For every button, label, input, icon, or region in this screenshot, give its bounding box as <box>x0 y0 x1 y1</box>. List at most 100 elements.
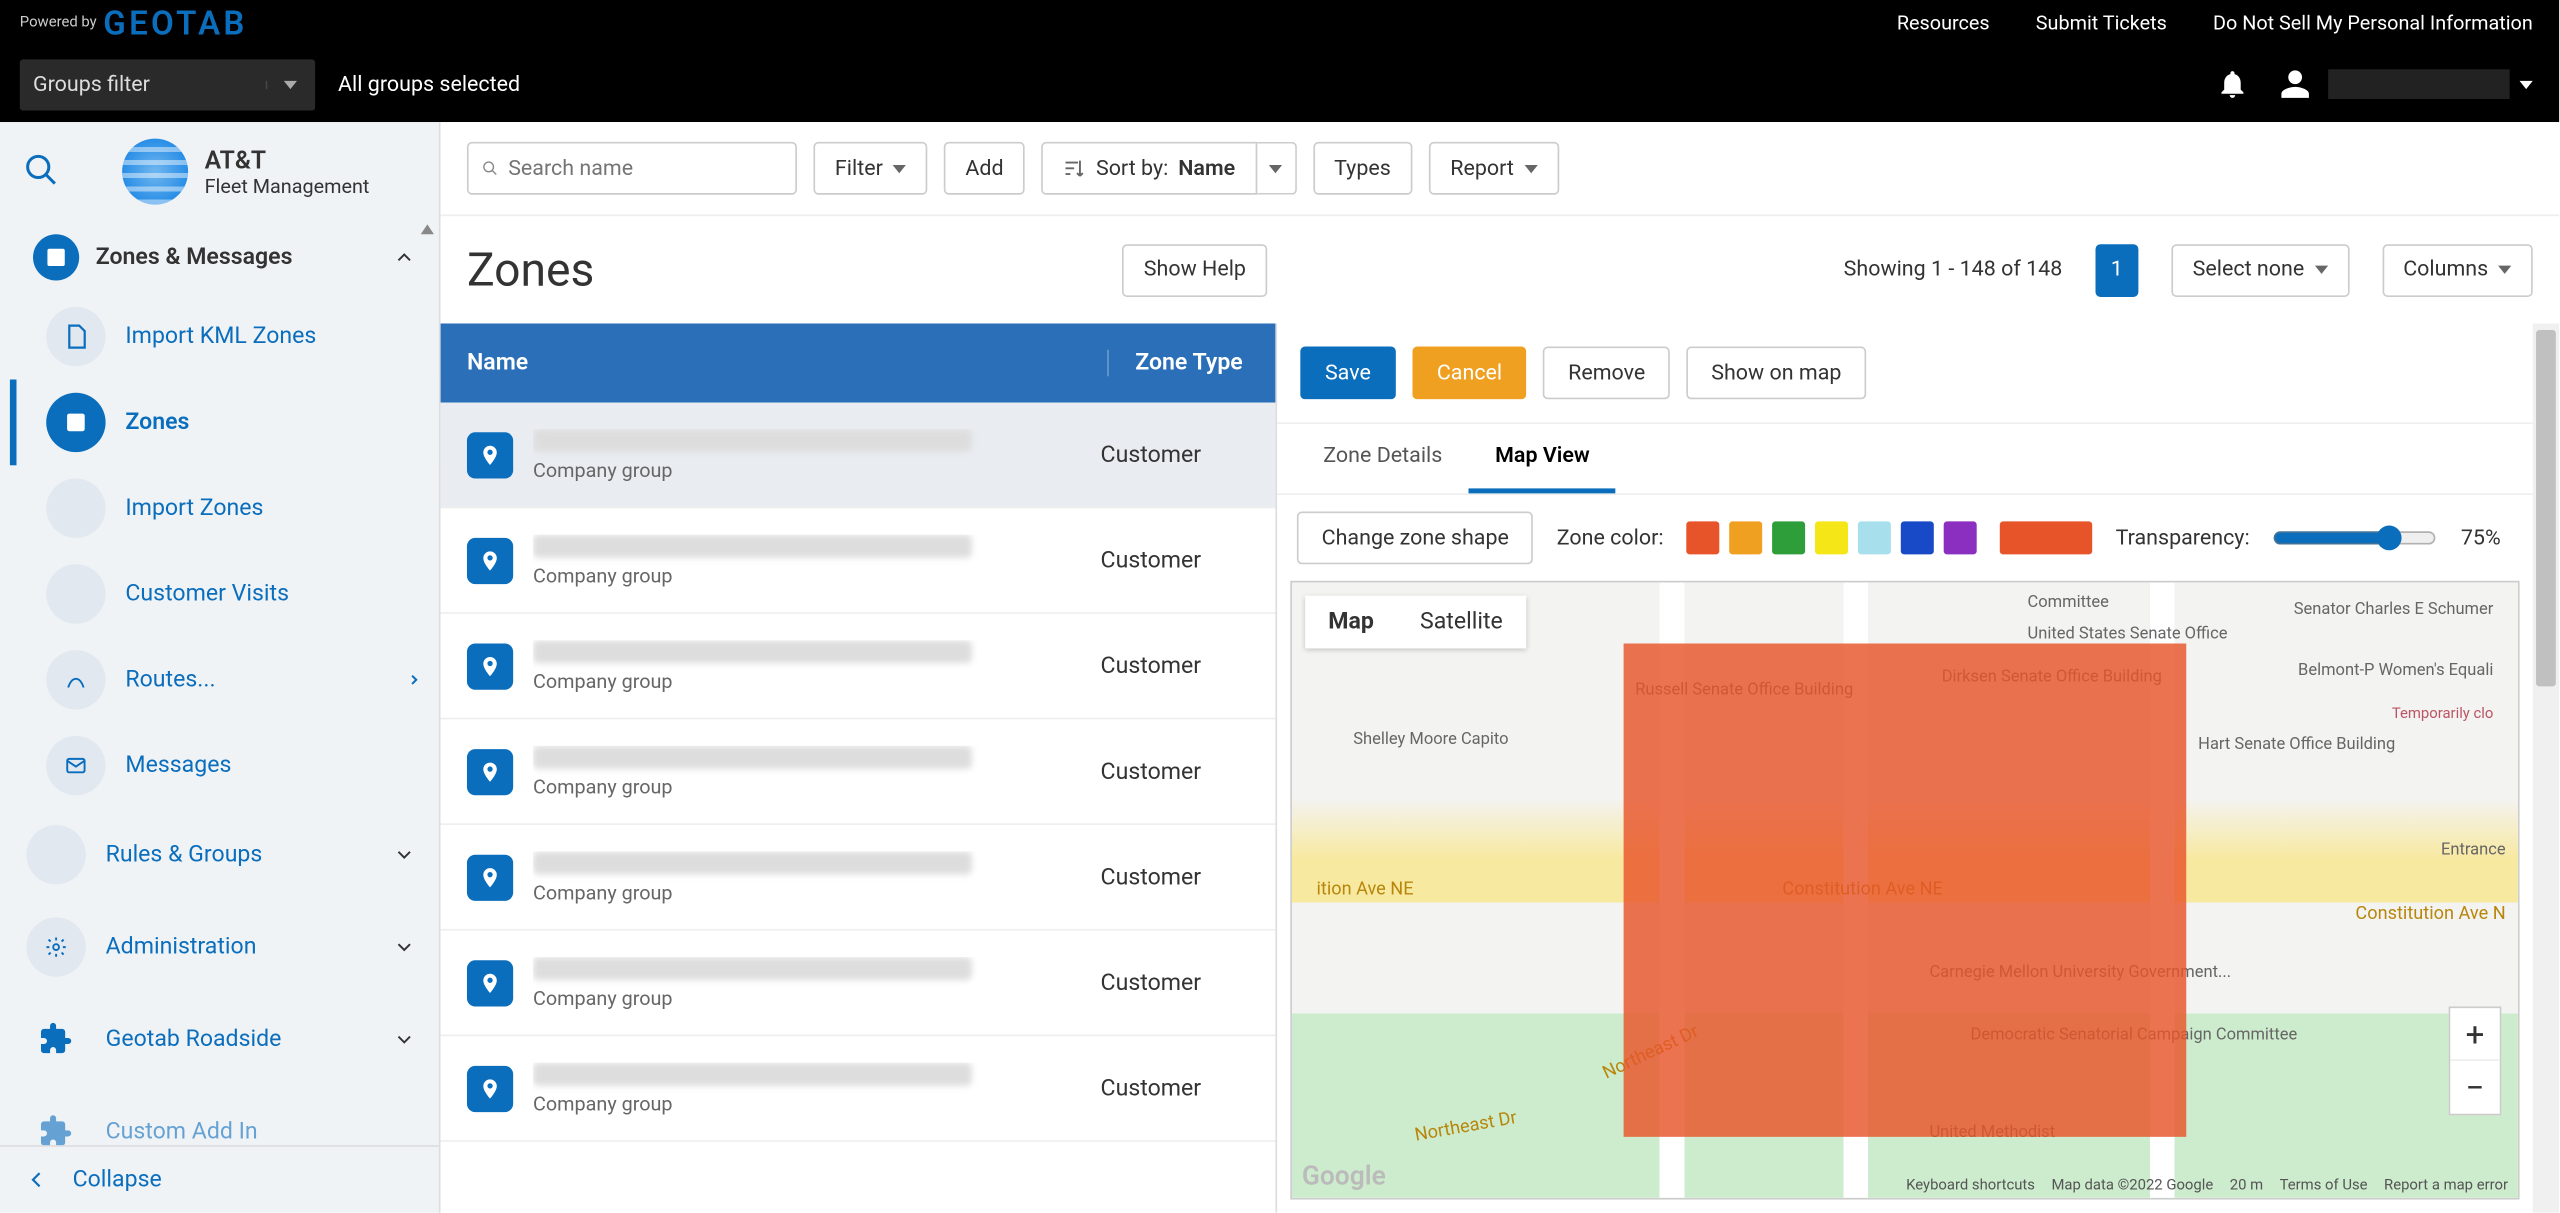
map-canvas[interactable]: ition Ave NE Constitution Ave NE Constit… <box>1290 581 2519 1200</box>
zone-detail-panel: Save Cancel Remove Show on map Zone Deta… <box>1275 323 2532 1212</box>
zoom-in-button[interactable]: + <box>2450 1008 2500 1061</box>
color-swatch[interactable] <box>1772 521 1805 554</box>
sidebar-item-import-kml[interactable]: Import KML Zones <box>10 294 439 380</box>
color-swatch[interactable] <box>1730 521 1763 554</box>
map-report-error[interactable]: Report a map error <box>2384 1178 2508 1195</box>
zone-group-label: Company group <box>533 880 1081 903</box>
tenant-brand: AT&T Fleet Management <box>89 122 386 221</box>
report-button[interactable]: Report <box>1429 142 1559 195</box>
table-row[interactable]: Company groupCustomer <box>441 614 1276 720</box>
tab-zone-details[interactable]: Zone Details <box>1297 424 1469 493</box>
location-pin-icon <box>467 1065 513 1111</box>
table-row[interactable]: Company groupCustomer <box>441 1036 1276 1142</box>
button-label: Cancel <box>1437 361 1502 386</box>
types-button[interactable]: Types <box>1313 142 1413 195</box>
zone-name-redacted <box>533 1062 971 1085</box>
chevron-down-icon <box>393 936 416 959</box>
zoom-out-button[interactable]: − <box>2450 1061 2500 1114</box>
transparency-label: Transparency: <box>2116 526 2250 551</box>
chevron-up-icon <box>393 246 416 269</box>
color-swatch[interactable] <box>1944 521 1977 554</box>
color-swatch[interactable] <box>1687 521 1720 554</box>
tab-map-view[interactable]: Map View <box>1469 424 1616 493</box>
table-row[interactable]: Company groupCustomer <box>441 931 1276 1037</box>
map-poi-label: Entrance <box>2441 841 2506 859</box>
button-label: Show Help <box>1144 257 1246 282</box>
sidebar-item-import-zones[interactable]: Import Zones <box>10 465 439 551</box>
zone-name-redacted <box>533 639 971 662</box>
table-row[interactable]: Company groupCustomer <box>441 825 1276 931</box>
column-header-zone-type[interactable]: Zone Type <box>1107 350 1275 376</box>
brand-name: AT&T <box>205 145 370 175</box>
location-pin-icon <box>467 643 513 689</box>
map-keyboard-shortcuts[interactable]: Keyboard shortcuts <box>1906 1178 2035 1195</box>
save-button[interactable]: Save <box>1300 347 1395 400</box>
map-poi-label: Belmont-P Women's Equali <box>2298 662 2493 680</box>
show-on-map-button[interactable]: Show on map <box>1687 347 1867 400</box>
page-number-button[interactable]: 1 <box>2095 243 2138 296</box>
search-input-wrapper[interactable] <box>467 142 797 195</box>
chevron-down-icon <box>265 80 315 88</box>
button-label: Remove <box>1568 361 1645 386</box>
sort-dropdown[interactable]: Sort by: Name <box>1042 142 1297 195</box>
change-zone-shape-button[interactable]: Change zone shape <box>1297 512 1534 565</box>
sidebar-section-rules-groups[interactable]: Rules & Groups <box>10 809 439 901</box>
button-label: Select none <box>2193 257 2305 282</box>
nav-section-label: Zones & Messages <box>96 244 293 270</box>
sidebar-section-custom-addin[interactable]: Custom Add In <box>10 1086 439 1145</box>
table-row[interactable]: Company groupCustomer <box>441 719 1276 825</box>
link-resources[interactable]: Resources <box>1897 12 1990 35</box>
select-none-button[interactable]: Select none <box>2171 243 2349 296</box>
map-type-satellite[interactable]: Satellite <box>1397 596 1526 649</box>
button-label: Columns <box>2403 257 2488 282</box>
map-type-toggle[interactable]: Map Satellite <box>1305 596 1526 649</box>
brand-subtitle: Fleet Management <box>205 175 370 198</box>
table-row[interactable]: Company groupCustomer <box>441 403 1276 509</box>
routes-icon <box>46 650 105 709</box>
zone-group-label: Company group <box>533 563 1081 586</box>
link-submit-tickets[interactable]: Submit Tickets <box>2036 12 2167 35</box>
chevron-down-icon[interactable] <box>1257 142 1297 195</box>
vendor-logo: Powered by GEOTAB <box>20 3 248 43</box>
chevron-right-icon <box>406 672 423 689</box>
cancel-button[interactable]: Cancel <box>1412 347 1527 400</box>
scrollbar-thumb[interactable] <box>2536 330 2556 686</box>
search-icon[interactable] <box>23 152 59 188</box>
show-help-button[interactable]: Show Help <box>1122 243 1267 296</box>
map-type-map[interactable]: Map <box>1305 596 1397 649</box>
map-terms[interactable]: Terms of Use <box>2280 1178 2368 1195</box>
remove-button[interactable]: Remove <box>1543 347 1670 400</box>
map-attribution: Keyboard shortcuts Map data ©2022 Google… <box>1906 1178 2508 1195</box>
user-menu[interactable] <box>2279 68 2533 101</box>
transparency-slider[interactable] <box>2273 525 2438 551</box>
column-header-name[interactable]: Name <box>441 350 1108 376</box>
notifications-icon[interactable] <box>2216 68 2249 101</box>
chevron-down-icon <box>393 1028 416 1051</box>
sidebar-item-messages[interactable]: Messages <box>10 723 439 809</box>
button-label: Change zone shape <box>1322 526 1509 551</box>
collapse-sidebar-button[interactable]: Collapse <box>0 1145 439 1213</box>
sidebar-section-geotab-roadside[interactable]: Geotab Roadside <box>10 993 439 1085</box>
color-swatch[interactable] <box>1815 521 1848 554</box>
color-swatch[interactable] <box>1901 521 1934 554</box>
columns-button[interactable]: Columns <box>2382 243 2533 296</box>
table-row[interactable]: Company groupCustomer <box>441 508 1276 614</box>
nav-section-zones-messages[interactable]: Zones & Messages <box>10 221 439 294</box>
sidebar-item-zones[interactable]: Zones <box>10 380 439 466</box>
button-label: Report <box>1450 156 1514 181</box>
powered-by-text: Powered by <box>20 16 97 31</box>
scrollbar[interactable] <box>2533 323 2559 1212</box>
sidebar-section-administration[interactable]: Administration <box>10 901 439 993</box>
groups-filter-dropdown[interactable]: Groups filter <box>20 59 315 110</box>
user-name-redacted <box>2328 69 2510 99</box>
chevron-left-icon <box>23 1167 49 1193</box>
link-do-not-sell[interactable]: Do Not Sell My Personal Information <box>2213 12 2533 35</box>
search-input[interactable] <box>508 156 782 181</box>
add-button[interactable]: Add <box>944 142 1025 195</box>
color-swatch[interactable] <box>1858 521 1891 554</box>
zone-name-cell: Company group <box>533 851 1081 904</box>
zone-shape-overlay[interactable] <box>1623 644 2187 1136</box>
filter-button[interactable]: Filter <box>813 142 927 195</box>
sidebar-item-customer-visits[interactable]: Customer Visits <box>10 551 439 637</box>
sidebar-item-routes[interactable]: Routes... <box>10 637 439 723</box>
